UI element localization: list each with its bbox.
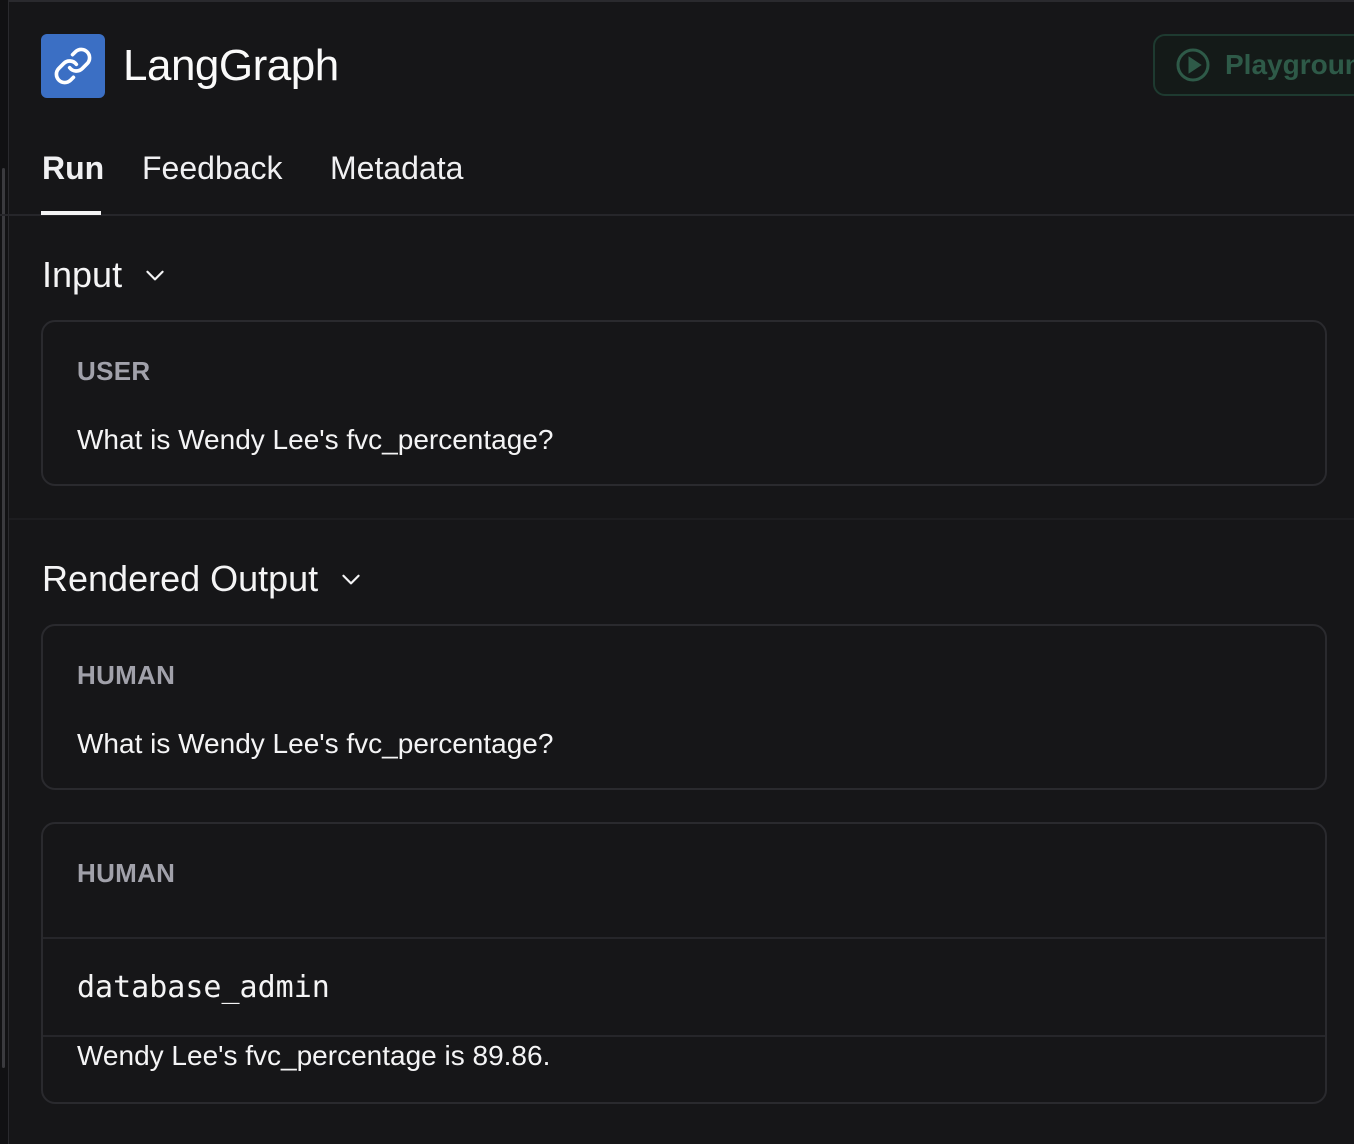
message-text: What is Wendy Lee's fvc_percentage?	[77, 424, 554, 455]
input-section-toggle[interactable]: Input	[42, 254, 168, 296]
tab-metadata[interactable]: Metadata	[330, 150, 463, 187]
message-role: HUMAN	[77, 858, 176, 888]
scrollbar-thumb[interactable]	[2, 168, 5, 1068]
output-section-toggle[interactable]: Rendered Output	[42, 558, 364, 600]
card-divider	[43, 937, 1325, 939]
section-divider	[9, 518, 1354, 520]
chevron-down-icon	[338, 566, 364, 592]
playground-label: Playground	[1225, 49, 1354, 80]
input-heading: Input	[42, 254, 123, 295]
tab-bar: Run Feedback Metadata	[0, 140, 1354, 216]
message-text: What is Wendy Lee's fvc_percentage?	[77, 728, 554, 759]
tab-feedback[interactable]: Feedback	[142, 150, 283, 187]
message-text: Wendy Lee's fvc_percentage is 89.86.	[77, 1040, 551, 1071]
message-sender-name: database_admin	[77, 970, 330, 1005]
top-border	[0, 0, 1354, 2]
input-message-card: USER What is Wendy Lee's fvc_percentage?	[41, 320, 1327, 486]
link-icon	[41, 34, 105, 98]
active-tab-indicator	[41, 211, 101, 215]
app-title: LangGraph	[123, 41, 339, 90]
output-message-card: HUMAN What is Wendy Lee's fvc_percentage…	[41, 624, 1327, 790]
chevron-down-icon	[142, 262, 168, 288]
playground-button[interactable]: Playground	[1153, 34, 1354, 96]
run-detail-panel: LangGraph Playground Run Feedback Metada…	[0, 0, 1354, 1144]
output-message-card: HUMAN database_admin Wendy Lee's fvc_per…	[41, 822, 1327, 1104]
play-circle-icon	[1175, 47, 1211, 83]
message-role: USER	[77, 356, 151, 386]
panel-header: LangGraph	[41, 34, 339, 98]
message-role: HUMAN	[77, 660, 176, 690]
card-divider	[43, 1035, 1325, 1037]
tab-run[interactable]: Run	[42, 150, 104, 187]
output-heading: Rendered Output	[42, 558, 319, 599]
